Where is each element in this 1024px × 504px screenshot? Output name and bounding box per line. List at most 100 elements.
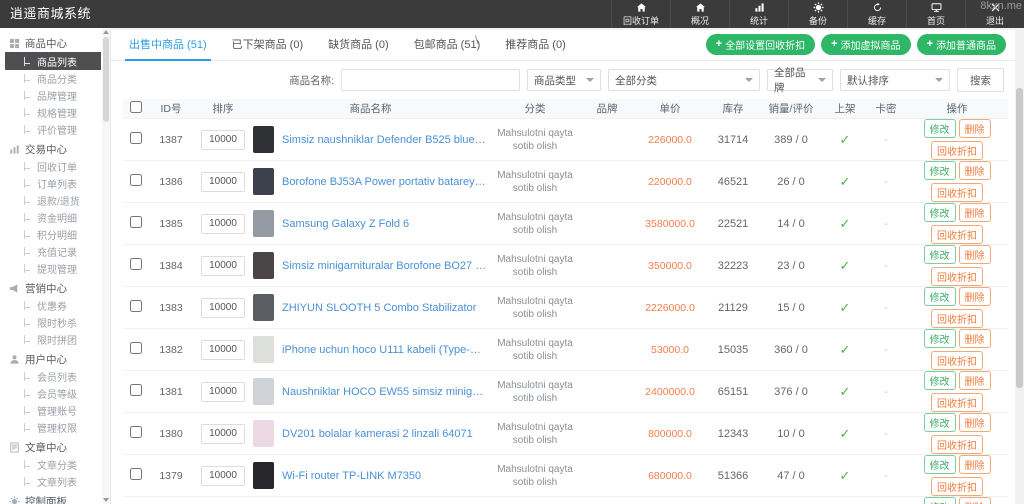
sidebar-item[interactable]: 管理权限 xyxy=(0,419,110,436)
delete-button[interactable]: 删除 xyxy=(959,119,991,138)
sidebar-section-title-goods[interactable]: 商品中心 xyxy=(0,35,110,52)
delete-button[interactable]: 删除 xyxy=(959,287,991,306)
recycle-discount-button[interactable]: 回收折扣 xyxy=(931,393,983,412)
row-checkbox[interactable] xyxy=(130,300,142,312)
delete-button[interactable]: 删除 xyxy=(959,413,991,432)
product-name-link[interactable]: Samsung Galaxy Z Fold 6 xyxy=(282,218,409,230)
sidebar-item[interactable]: 商品列表 xyxy=(5,52,101,70)
product-thumbnail[interactable] xyxy=(253,378,274,405)
tab[interactable]: 已下架商品 (0) xyxy=(222,30,314,60)
edit-button[interactable]: 修改 xyxy=(924,371,956,390)
topbar-backup[interactable]: 备份 xyxy=(788,0,847,28)
sidebar-item[interactable]: 会员等级 xyxy=(0,385,110,402)
delete-button[interactable]: 删除 xyxy=(959,203,991,222)
header-action-button[interactable]: + 添加虚拟商品 xyxy=(821,34,910,55)
edit-button[interactable]: 修改 xyxy=(924,287,956,306)
row-checkbox[interactable] xyxy=(130,258,142,270)
topbar-overview[interactable]: 概况 xyxy=(670,0,729,28)
delete-button[interactable]: 删除 xyxy=(959,161,991,180)
sort-input[interactable] xyxy=(201,424,245,444)
sidebar-item[interactable]: 品牌管理 xyxy=(0,87,110,104)
edit-button[interactable]: 修改 xyxy=(924,329,956,348)
topbar-homepage[interactable]: 首页 xyxy=(906,0,965,28)
sort-input[interactable] xyxy=(201,340,245,360)
sidebar-scrollbar-thumb[interactable] xyxy=(103,37,109,122)
row-checkbox[interactable] xyxy=(130,342,142,354)
sidebar-item[interactable]: 评价管理 xyxy=(0,121,110,138)
edit-button[interactable]: 修改 xyxy=(924,455,956,474)
product-name-link[interactable]: ZHIYUN SLOOTH 5 Combo Stabilizator xyxy=(282,302,476,314)
app-title[interactable]: 逍遥商城系统 xyxy=(0,0,91,28)
product-thumbnail[interactable] xyxy=(253,126,274,153)
sidebar-section-title-marketing[interactable]: 营销中心 xyxy=(0,280,110,297)
sort-input[interactable] xyxy=(201,466,245,486)
product-thumbnail[interactable] xyxy=(253,168,274,195)
recycle-discount-button[interactable]: 回收折扣 xyxy=(931,477,983,496)
sidebar-item[interactable]: 文章列表 xyxy=(0,473,110,490)
delete-button[interactable]: 删除 xyxy=(959,455,991,474)
sort-input[interactable] xyxy=(201,130,245,150)
product-name-link[interactable]: Simsiz minigarnituralar Borofone BO27 63… xyxy=(282,260,488,272)
recycle-discount-button[interactable]: 回收折扣 xyxy=(931,351,983,370)
header-action-button[interactable]: + 添加普通商品 xyxy=(917,34,1006,55)
recycle-discount-button[interactable]: 回收折扣 xyxy=(931,225,983,244)
sort-input[interactable] xyxy=(201,256,245,276)
row-checkbox[interactable] xyxy=(130,468,142,480)
product-thumbnail[interactable] xyxy=(253,420,274,447)
sidebar-item[interactable]: 优惠券 xyxy=(0,297,110,314)
sidebar-item[interactable]: 充值记录 xyxy=(0,243,110,260)
edit-button[interactable]: 修改 xyxy=(924,119,956,138)
sidebar-item[interactable]: 限时秒杀 xyxy=(0,314,110,331)
sidebar-item[interactable]: 商品分类 xyxy=(0,70,110,87)
sort-input[interactable] xyxy=(201,172,245,192)
sort-input[interactable] xyxy=(201,298,245,318)
edit-button[interactable]: 修改 xyxy=(924,413,956,432)
sidebar-section-title-trade[interactable]: 交易中心 xyxy=(0,141,110,158)
delete-button[interactable]: 删除 xyxy=(959,497,991,504)
product-thumbnail[interactable] xyxy=(253,462,274,489)
product-name-link[interactable]: iPhone uchun hoco U111 kabeli (Type-C to… xyxy=(282,344,488,356)
brand-select[interactable]: 全部品牌 xyxy=(767,69,833,91)
tab[interactable]: 推荐商品 (0) xyxy=(495,30,576,60)
sidebar-item[interactable]: 提现管理 xyxy=(0,260,110,277)
sidebar-item[interactable]: 积分明细 xyxy=(0,226,110,243)
recycle-discount-button[interactable]: 回收折扣 xyxy=(931,183,983,202)
scroll-up-icon[interactable] xyxy=(103,30,109,34)
recycle-discount-button[interactable]: 回收折扣 xyxy=(931,141,983,160)
product-name-link[interactable]: Wi-Fi router TP-LINK M7350 xyxy=(282,470,421,482)
product-name-link[interactable]: Borofone BJ53A Power portativ batareyasi… xyxy=(282,176,488,188)
select-all-checkbox[interactable] xyxy=(130,101,142,113)
topbar-recycle-orders[interactable]: 回收订单 xyxy=(611,0,670,28)
recycle-discount-button[interactable]: 回收折扣 xyxy=(931,267,983,286)
edit-button[interactable]: 修改 xyxy=(924,245,956,264)
row-checkbox[interactable] xyxy=(130,132,142,144)
sidebar-item[interactable]: 退款/退货 xyxy=(0,192,110,209)
edit-button[interactable]: 修改 xyxy=(924,203,956,222)
sidebar-item[interactable]: 管理账号 xyxy=(0,402,110,419)
product-thumbnail[interactable] xyxy=(253,210,274,237)
scroll-down-icon[interactable] xyxy=(103,498,109,502)
topbar-cache[interactable]: 缓存 xyxy=(847,0,906,28)
edit-button[interactable]: 修改 xyxy=(924,161,956,180)
row-checkbox[interactable] xyxy=(130,216,142,228)
sort-input[interactable] xyxy=(201,382,245,402)
product-name-link[interactable]: Simsiz naushniklar Defender B525 bluetoo… xyxy=(282,134,488,146)
row-checkbox[interactable] xyxy=(130,384,142,396)
sidebar-item[interactable]: 订单列表 xyxy=(0,175,110,192)
delete-button[interactable]: 删除 xyxy=(959,329,991,348)
product-name-input[interactable] xyxy=(341,69,520,91)
edit-button[interactable]: 修改 xyxy=(924,497,956,504)
recycle-discount-button[interactable]: 回收折扣 xyxy=(931,435,983,454)
sidebar-section-title-panel[interactable]: 控制面板 xyxy=(0,493,110,504)
product-thumbnail[interactable] xyxy=(253,252,274,279)
page-scrollbar[interactable] xyxy=(1015,28,1024,504)
page-scrollbar-thumb[interactable] xyxy=(1016,88,1023,388)
sidebar-item[interactable]: 文章分类 xyxy=(0,456,110,473)
product-name-link[interactable]: Naushniklar HOCO EW55 simsiz minigarnitu… xyxy=(282,386,488,398)
sort-input[interactable] xyxy=(201,214,245,234)
sidebar-item[interactable]: 会员列表 xyxy=(0,368,110,385)
sidebar-section-title-article[interactable]: 文章中心 xyxy=(0,439,110,456)
sidebar-scrollbar[interactable] xyxy=(102,28,110,504)
product-thumbnail[interactable] xyxy=(253,336,274,363)
sidebar-item[interactable]: 回收订单 xyxy=(0,158,110,175)
